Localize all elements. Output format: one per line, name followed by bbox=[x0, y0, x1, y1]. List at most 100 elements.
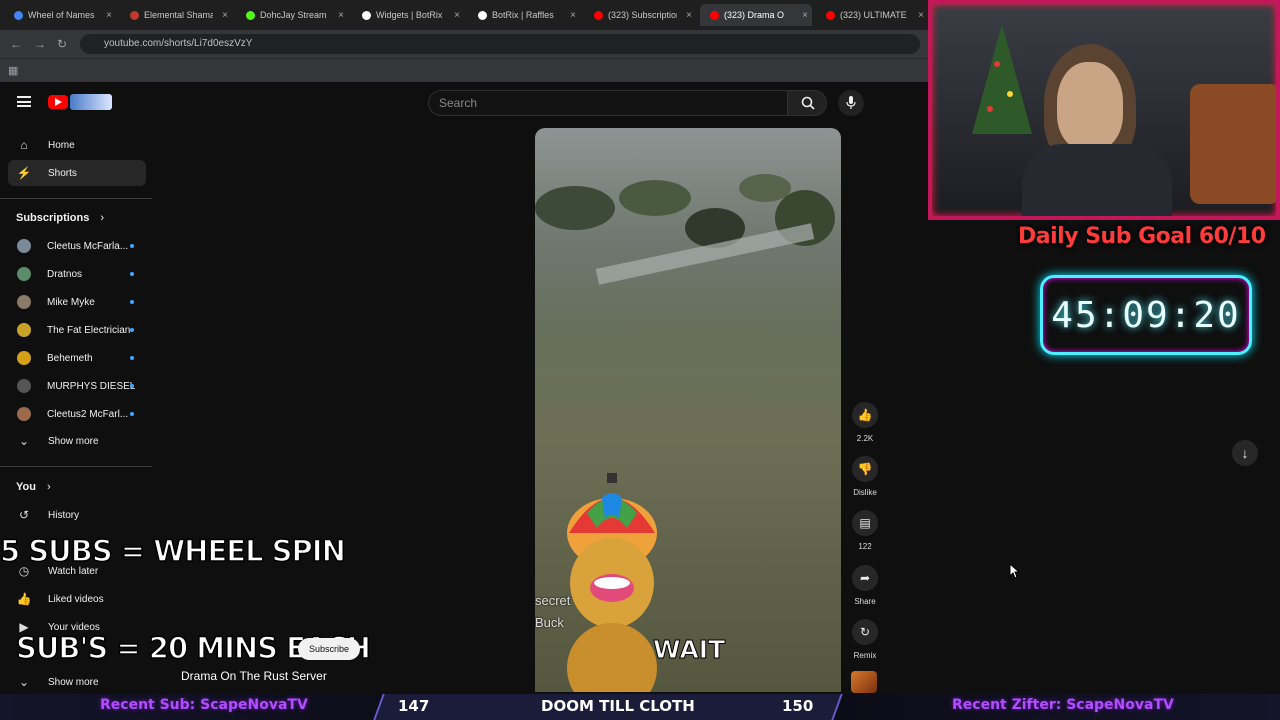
url-text: youtube.com/shorts/Li7d0eszVzY bbox=[104, 38, 253, 49]
search-button[interactable] bbox=[787, 90, 827, 116]
channel-avatar bbox=[17, 351, 31, 365]
url-input[interactable]: youtube.com/shorts/Li7d0eszVzY bbox=[80, 34, 920, 54]
recent-sub-text: Recent Sub: ScapeNovaTV bbox=[100, 697, 308, 713]
browser-tab[interactable]: (323) ULTIMATE M × bbox=[816, 4, 928, 26]
you-heading-label: You bbox=[16, 481, 36, 493]
channel-avatar bbox=[17, 379, 31, 393]
short-title[interactable]: Drama On The Rust Server bbox=[181, 669, 327, 683]
close-tab-icon[interactable]: × bbox=[218, 10, 232, 21]
close-tab-icon[interactable]: × bbox=[334, 10, 348, 21]
browser-tab[interactable]: Widgets | BotRix - × bbox=[352, 4, 464, 26]
close-tab-icon[interactable]: × bbox=[682, 10, 696, 21]
dislike-button[interactable]: 👎 Dislike bbox=[851, 456, 879, 497]
ticker-center-text: DOOM TILL CLOTH bbox=[541, 697, 695, 715]
shorts-icon: ⚡ bbox=[16, 166, 32, 180]
youtube-logo-icon[interactable] bbox=[48, 95, 68, 109]
ticker-right-number: 150 bbox=[782, 697, 814, 715]
browser-tab[interactable]: BotRix | Raffles × bbox=[468, 4, 580, 26]
tab-title: DohcJay Stream - V bbox=[260, 10, 329, 20]
browser-tab[interactable]: DohcJay Stream - V × bbox=[236, 4, 348, 26]
next-video-arrow-icon[interactable]: ↓ bbox=[1232, 440, 1258, 466]
sidebar-item-label: Home bbox=[48, 139, 75, 151]
channel-avatar bbox=[17, 239, 31, 253]
streamer-body bbox=[1022, 144, 1172, 216]
tab-title: BotRix | Raffles bbox=[492, 10, 554, 20]
close-tab-icon[interactable]: × bbox=[798, 10, 812, 21]
sidebar-item-subscription[interactable]: MURPHYS DIESEL bbox=[8, 373, 146, 399]
tab-title: (323) Drama O bbox=[724, 10, 785, 20]
voice-search-button[interactable] bbox=[838, 90, 864, 116]
close-tab-icon[interactable]: × bbox=[566, 10, 580, 21]
webcam-overlay bbox=[928, 0, 1280, 220]
tab-title: Elemental Shaman bbox=[144, 10, 213, 20]
logo-doodle[interactable] bbox=[70, 94, 112, 110]
tab-favicon-icon bbox=[710, 10, 719, 20]
youtube-header: Search bbox=[0, 82, 930, 126]
sidebar-item-shorts[interactable]: ⚡ Shorts bbox=[8, 160, 146, 186]
browser-tab[interactable]: Wheel of Names | F × bbox=[4, 4, 116, 26]
sidebar-item-label: Liked videos bbox=[48, 593, 104, 605]
sidebar-item-label: The Fat Electrician bbox=[47, 324, 131, 336]
like-button[interactable]: 👍 2.2K bbox=[851, 402, 879, 443]
sound-thumbnail[interactable] bbox=[851, 671, 877, 693]
new-content-dot bbox=[130, 328, 134, 332]
comment-count: 122 bbox=[858, 542, 872, 551]
close-tab-icon[interactable]: × bbox=[102, 10, 116, 21]
sidebar-item-subscription[interactable]: Mike Myke bbox=[8, 289, 146, 315]
chevron-down-icon: ⌄ bbox=[18, 675, 30, 689]
show-more-label: Show more bbox=[48, 676, 99, 688]
share-icon: ➦ bbox=[852, 565, 878, 591]
share-label: Share bbox=[854, 597, 876, 606]
search-input[interactable]: Search bbox=[428, 90, 788, 116]
browser-tab-strip: Wheel of Names | F×Elemental Shaman×Dohc… bbox=[0, 0, 930, 30]
browser-tab[interactable]: (323) Subscription × bbox=[584, 4, 696, 26]
tab-favicon-icon bbox=[594, 10, 603, 20]
sidebar-item-history[interactable]: ↺ History bbox=[8, 502, 146, 528]
tab-favicon-icon bbox=[130, 10, 139, 20]
stream-timer: 45:09:20 bbox=[1040, 275, 1252, 355]
sidebar-item-liked-videos[interactable]: 👍 Liked videos bbox=[8, 586, 146, 612]
show-more-you-button[interactable]: ⌄ Show more bbox=[8, 669, 146, 695]
back-icon[interactable]: ← bbox=[10, 37, 22, 51]
menu-icon[interactable] bbox=[17, 96, 31, 107]
sidebar-item-label: Dratnos bbox=[47, 268, 83, 280]
share-button[interactable]: ➦ Share bbox=[851, 565, 879, 606]
sidebar-item-subscription[interactable]: The Fat Electrician bbox=[8, 317, 146, 343]
sidebar-item-subscription[interactable]: Behemeth bbox=[8, 345, 146, 371]
close-tab-icon[interactable]: × bbox=[450, 10, 464, 21]
search-icon bbox=[801, 96, 815, 110]
tab-favicon-icon bbox=[362, 10, 371, 20]
tab-title: (323) Subscription bbox=[608, 10, 677, 20]
sidebar-item-subscription[interactable]: Cleetus2 McFarl... bbox=[8, 401, 146, 427]
thumbs-up-icon: 👍 bbox=[852, 402, 878, 428]
subscriptions-heading[interactable]: Subscriptions › bbox=[16, 212, 104, 224]
channel-avatar bbox=[17, 323, 31, 337]
sidebar-item-label: Cleetus2 McFarl... bbox=[47, 408, 129, 420]
comments-button[interactable]: ▤ 122 bbox=[851, 510, 879, 551]
browser-tab[interactable]: (323) Drama O × bbox=[700, 4, 812, 26]
thumbs-down-icon: 👎 bbox=[852, 456, 878, 482]
new-content-dot bbox=[130, 244, 134, 248]
christmas-tree-image bbox=[972, 24, 1032, 134]
subscribe-button[interactable]: Subscribe bbox=[298, 638, 360, 660]
forward-icon[interactable]: → bbox=[34, 37, 46, 51]
channel-avatar bbox=[17, 295, 31, 309]
close-tab-icon[interactable]: × bbox=[914, 10, 928, 21]
browser-address-bar: ← → ↻ youtube.com/shorts/Li7d0eszVzY bbox=[0, 30, 930, 58]
browser-tab[interactable]: Elemental Shaman × bbox=[120, 4, 232, 26]
remix-icon: ↻ bbox=[852, 619, 878, 645]
remix-label: Remix bbox=[853, 651, 877, 660]
short-video-player[interactable]: secret Buck WAIT bbox=[535, 128, 841, 692]
sidebar-item-home[interactable]: ⌂ Home bbox=[8, 132, 146, 158]
chevron-right-icon: › bbox=[100, 212, 105, 224]
show-more-subscriptions-button[interactable]: ⌄ Show more bbox=[8, 428, 146, 454]
streamer-face bbox=[1057, 62, 1123, 150]
tab-favicon-icon bbox=[14, 10, 23, 20]
apps-grid-icon[interactable]: ▦ bbox=[8, 64, 18, 77]
sidebar-item-subscription[interactable]: Cleetus McFarla... bbox=[8, 233, 146, 259]
tab-title: Wheel of Names | F bbox=[28, 10, 97, 20]
sidebar-item-subscription[interactable]: Dratnos bbox=[8, 261, 146, 287]
remix-button[interactable]: ↻ Remix bbox=[851, 619, 879, 660]
you-heading[interactable]: You › bbox=[16, 481, 51, 493]
reload-icon[interactable]: ↻ bbox=[57, 37, 67, 51]
